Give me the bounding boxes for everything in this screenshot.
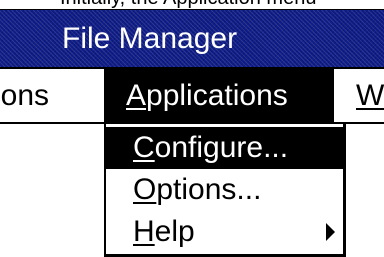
window-title: File Manager [62,22,238,55]
options-mnemonic: O [133,173,157,206]
menu-bar: ions Applications W [0,69,384,124]
menu-window[interactable]: W [356,69,384,122]
menu-item-help[interactable]: Help [106,211,343,253]
help-mnemonic: H [133,215,155,248]
configure-label: onfigure... [154,131,289,164]
menu-applications-mnemonic: A [126,79,147,112]
menu-options-label: ions [0,79,50,112]
configure-mnemonic: C [133,131,155,164]
menu-applications-label: pplications [146,79,288,112]
menu-applications[interactable]: Applications [104,69,334,122]
menu-item-configure[interactable]: Configure... [106,127,343,169]
caption-text: Initially, the Application menu [60,0,316,9]
title-bar[interactable]: File Manager [0,10,384,69]
menu-item-options[interactable]: Options... [106,169,343,211]
screen: Initially, the Application menu File Man… [0,0,384,257]
help-label: elp [154,215,195,248]
submenu-arrow-icon [326,223,335,241]
caption-fragment: Initially, the Application menu [0,0,384,10]
menu-options[interactable]: ions [0,69,49,122]
applications-dropdown: Configure... Options... Help [104,124,346,257]
options-label: ptions... [156,173,262,206]
menu-window-mnemonic: W [356,79,384,112]
